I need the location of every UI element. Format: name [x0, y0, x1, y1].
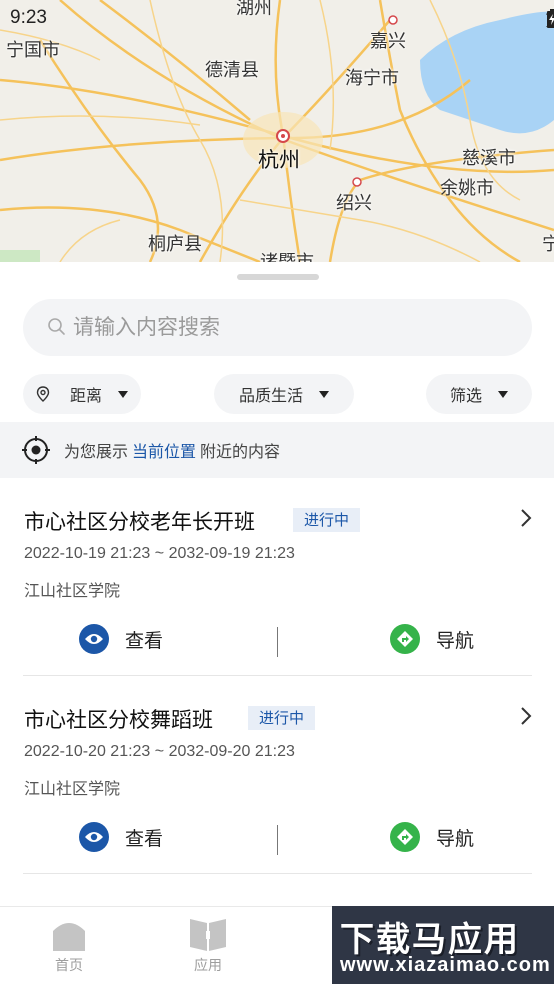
nav-home-label: 首页	[55, 958, 83, 974]
status-bar: 9:23	[0, 0, 554, 34]
eye-icon	[79, 624, 109, 654]
locate-icon	[22, 436, 50, 464]
filter-distance[interactable]: 距离	[23, 374, 141, 414]
action-divider	[277, 825, 278, 855]
search-input[interactable]	[73, 307, 503, 347]
nav-home[interactable]: 首页	[29, 917, 109, 975]
chevron-right-icon[interactable]	[520, 706, 532, 726]
map-label-haining: 海宁市	[345, 68, 399, 89]
current-location-link[interactable]: 当前位置	[132, 438, 196, 462]
map-label-zhuji: 诸暨市	[260, 248, 314, 262]
navigation-icon	[390, 624, 420, 654]
location-notice-prefix: 为您展示	[64, 442, 129, 461]
eye-icon	[79, 822, 109, 852]
nav-apps[interactable]: 应用	[168, 917, 248, 975]
chevron-down-icon	[118, 390, 128, 398]
navigate-label: 导航	[436, 629, 475, 652]
chevron-down-icon	[498, 390, 508, 398]
view-button[interactable]: 查看	[79, 822, 163, 852]
map-label-shaoxing: 绍兴	[336, 193, 372, 214]
bottom-sheet: 距离 品质生活 筛选 为您展示 当前位置 附近的内容 市心社区分校老年长开班 进…	[0, 262, 554, 906]
map-view[interactable]: 湖州 宁国市 嘉兴 德清县 海宁市 杭州 慈溪市 余姚市 绍兴 桐庐县 诸暨市 …	[0, 0, 554, 262]
home-icon	[53, 923, 85, 951]
map-label-hangzhou: 杭州	[258, 148, 300, 172]
status-badge: 进行中	[248, 706, 316, 730]
navigate-button[interactable]: 导航	[390, 624, 474, 654]
watermark-url: www.xiazaimao.com	[340, 954, 551, 976]
status-time: 9:23	[10, 7, 47, 28]
nav-apps-label: 应用	[194, 958, 222, 974]
navigation-icon	[390, 822, 420, 852]
list-item[interactable]: 市心社区分校老年长开班 进行中 2022-10-19 21:23 ~ 2032-…	[0, 478, 554, 676]
view-label: 查看	[125, 629, 164, 652]
map-label-ningguo: 宁国市	[6, 40, 60, 61]
card-org: 江山社区学院	[24, 779, 121, 798]
map-label-deqing: 德清县	[205, 60, 259, 81]
book-icon	[190, 919, 226, 951]
chevron-right-icon[interactable]	[520, 508, 532, 528]
search-icon	[48, 318, 65, 335]
view-label: 查看	[125, 827, 164, 850]
card-date-range: 2022-10-19 21:23 ~ 2032-09-19 21:23	[24, 545, 295, 562]
view-button[interactable]: 查看	[79, 624, 163, 654]
filter-category-label: 品质生活	[238, 386, 303, 405]
location-pin-icon	[36, 386, 50, 402]
navigate-button[interactable]: 导航	[390, 822, 474, 852]
filter-screen-label: 筛选	[449, 386, 482, 405]
filter-category[interactable]: 品质生活	[214, 374, 354, 414]
card-title: 市心社区分校舞蹈班	[24, 708, 213, 732]
map-label-yuyao: 余姚市	[440, 178, 494, 199]
location-notice-suffix: 附近的内容	[200, 442, 281, 461]
list-item[interactable]: 市心社区分校舞蹈班 进行中 2022-10-20 21:23 ~ 2032-09…	[0, 676, 554, 874]
location-notice: 为您展示 当前位置 附近的内容	[0, 422, 554, 478]
navigate-label: 导航	[436, 827, 475, 850]
action-divider	[277, 627, 278, 657]
card-date-range: 2022-10-20 21:23 ~ 2032-09-20 21:23	[24, 743, 295, 760]
map-label-tonglu: 桐庐县	[148, 234, 202, 255]
watermark-logo: 下载马应用 www.xiazaimao.com	[332, 906, 554, 984]
map-roads	[0, 0, 554, 262]
card-org: 江山社区学院	[24, 581, 121, 600]
map-label-cixi: 慈溪市	[462, 148, 516, 169]
filter-distance-label: 距离	[69, 386, 102, 405]
battery-icon	[547, 9, 554, 28]
search-bar[interactable]	[23, 299, 532, 356]
row-divider	[23, 873, 532, 874]
status-badge: 进行中	[293, 508, 361, 532]
map-label-edge: 宁	[542, 234, 554, 255]
sheet-drag-handle[interactable]	[237, 274, 319, 280]
chevron-down-icon	[319, 390, 329, 398]
card-title: 市心社区分校老年长开班	[24, 510, 255, 534]
filter-screen[interactable]: 筛选	[426, 374, 532, 414]
